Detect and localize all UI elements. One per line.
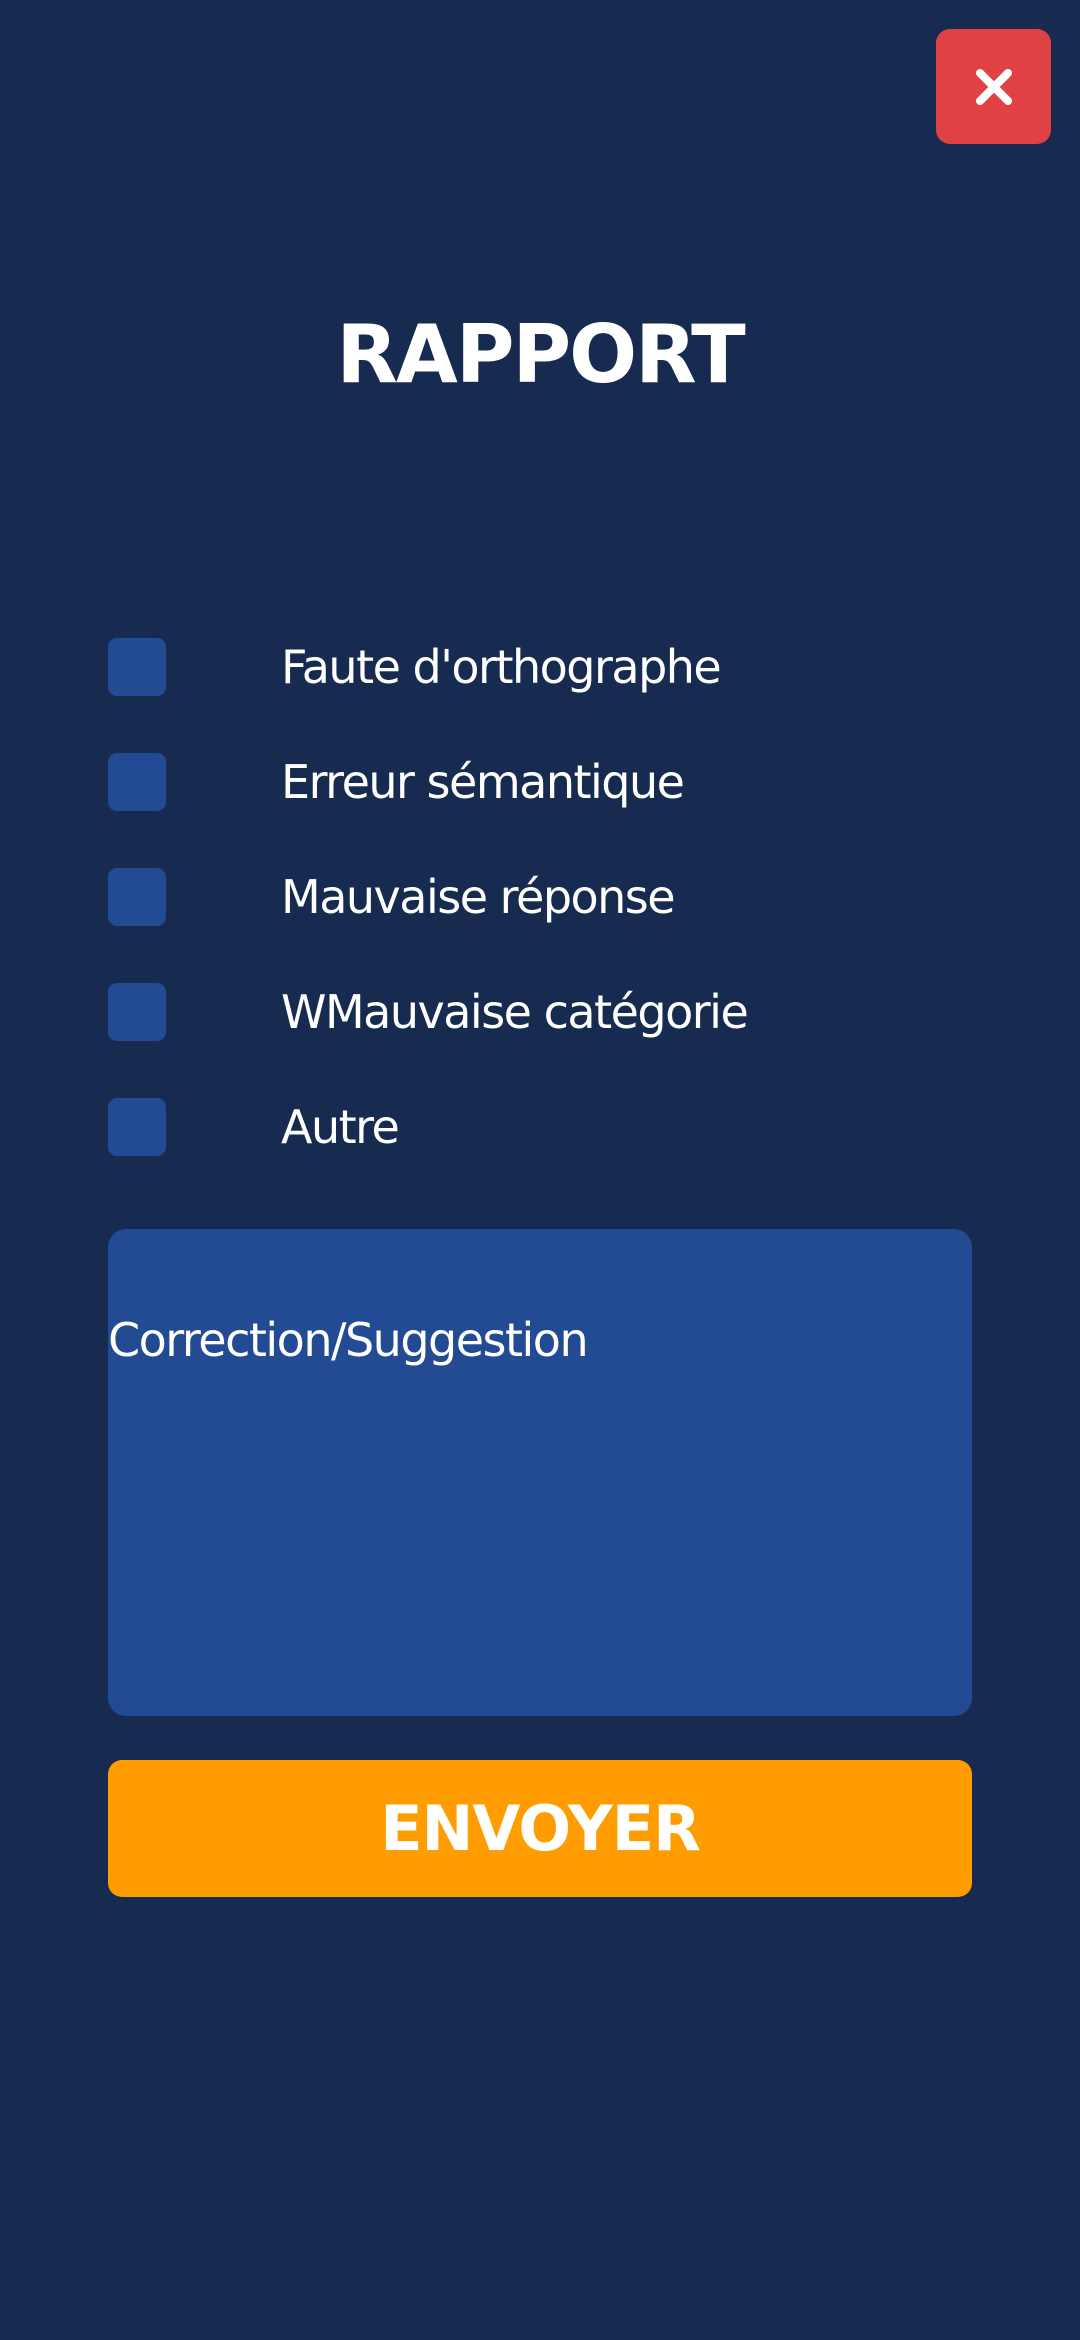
correction-suggestion-field[interactable] (108, 1229, 972, 1716)
option-spelling-error[interactable]: Faute d'orthographe (108, 638, 972, 696)
checkbox[interactable] (108, 753, 166, 811)
send-button[interactable]: ENVOYER (108, 1760, 972, 1897)
option-label: Autre (281, 1100, 400, 1154)
option-wrong-category[interactable]: WMauvaise catégorie (108, 983, 972, 1041)
report-options: Faute d'orthographe Erreur sémantique Ma… (108, 638, 972, 1213)
close-button[interactable] (936, 29, 1051, 144)
page-title: RAPPORT (336, 308, 745, 401)
option-label: Erreur sémantique (281, 755, 685, 809)
checkbox[interactable] (108, 638, 166, 696)
option-label: Faute d'orthographe (281, 640, 722, 694)
option-other[interactable]: Autre (108, 1098, 972, 1156)
close-icon (975, 68, 1012, 105)
option-wrong-answer[interactable]: Mauvaise réponse (108, 868, 972, 926)
option-semantic-error[interactable]: Erreur sémantique (108, 753, 972, 811)
option-label: Mauvaise réponse (281, 870, 676, 924)
checkbox[interactable] (108, 983, 166, 1041)
checkbox[interactable] (108, 1098, 166, 1156)
checkbox[interactable] (108, 868, 166, 926)
option-label: WMauvaise catégorie (281, 985, 749, 1039)
